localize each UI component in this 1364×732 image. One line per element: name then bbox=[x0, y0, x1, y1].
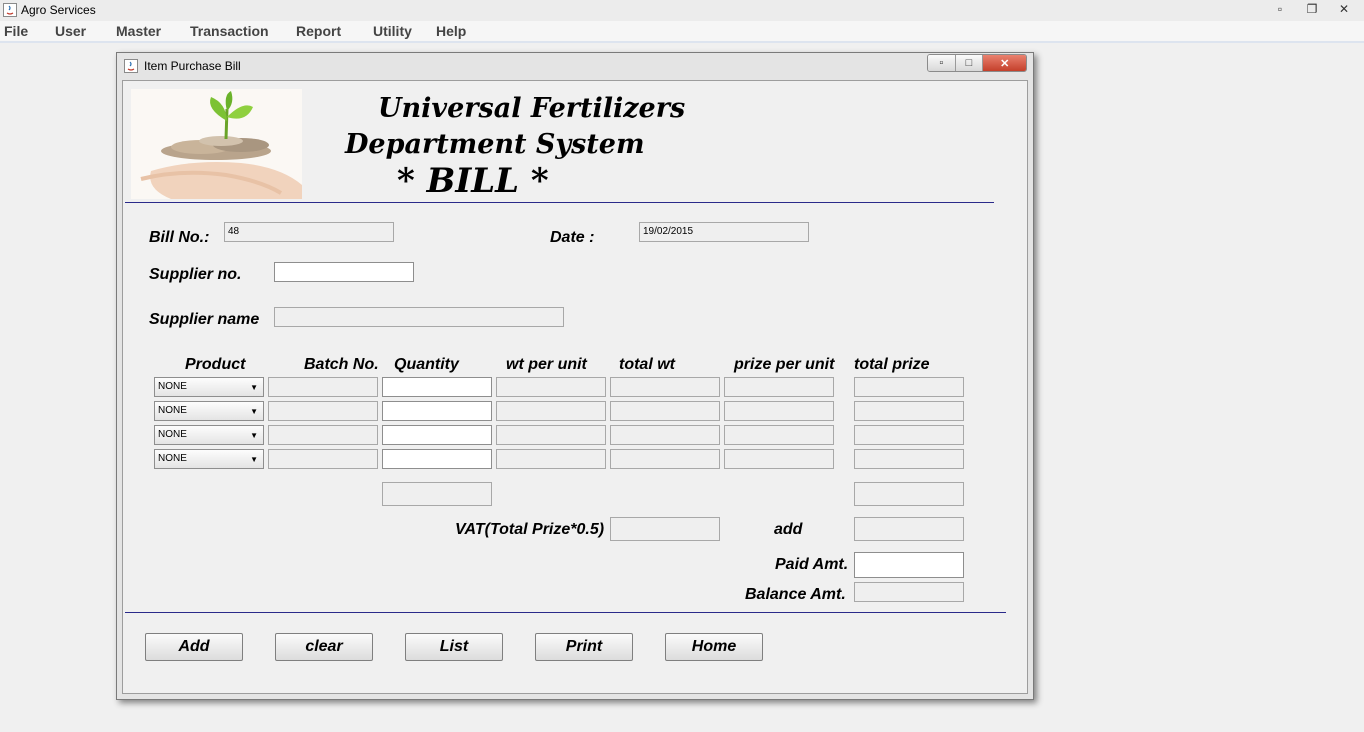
batch-no-field[interactable] bbox=[268, 401, 378, 421]
quantity-field[interactable] bbox=[382, 449, 492, 469]
total-prize-field[interactable] bbox=[854, 401, 964, 421]
total-wt-field[interactable] bbox=[610, 449, 720, 469]
close-button[interactable]: ✕ bbox=[1328, 0, 1360, 18]
java-app-icon bbox=[3, 3, 17, 17]
add-total-field[interactable] bbox=[854, 517, 964, 541]
menu-file[interactable]: File bbox=[4, 23, 28, 39]
batch-no-field[interactable] bbox=[268, 377, 378, 397]
col-prize-per-unit: prize per unit bbox=[734, 356, 835, 373]
wt-per-unit-field[interactable] bbox=[496, 425, 606, 445]
menu-report[interactable]: Report bbox=[296, 23, 341, 39]
product-select-value: NONE bbox=[158, 381, 187, 392]
product-select[interactable]: NONE ▼ bbox=[154, 401, 264, 421]
minimize-button[interactable]: ▫ bbox=[1264, 0, 1296, 18]
total-wt-field[interactable] bbox=[610, 401, 720, 421]
grand-total-prize-field[interactable] bbox=[854, 482, 964, 506]
bill-heading: * BILL * bbox=[397, 161, 549, 201]
app-title-bar: Agro Services ▫ ❐ ✕ bbox=[0, 0, 1364, 22]
menu-master[interactable]: Master bbox=[116, 23, 161, 39]
col-batch-no: Batch No. bbox=[304, 356, 379, 373]
product-select[interactable]: NONE ▼ bbox=[154, 377, 264, 397]
col-quantity: Quantity bbox=[394, 356, 459, 373]
total-wt-field[interactable] bbox=[610, 377, 720, 397]
total-prize-field[interactable] bbox=[854, 449, 964, 469]
balance-amount-label: Balance Amt. bbox=[745, 586, 846, 603]
menu-help[interactable]: Help bbox=[436, 23, 466, 39]
frame-minimize-button[interactable]: ▫ bbox=[928, 55, 956, 71]
chevron-down-icon: ▼ bbox=[250, 431, 258, 440]
restore-button[interactable]: ❐ bbox=[1296, 0, 1328, 18]
frame-title: Item Purchase Bill bbox=[144, 59, 241, 73]
product-select-value: NONE bbox=[158, 453, 187, 464]
company-name-heading: Universal Fertilizers bbox=[378, 93, 686, 124]
menu-transaction[interactable]: Transaction bbox=[190, 23, 269, 39]
department-heading: Department System bbox=[345, 129, 645, 160]
add-label: add bbox=[774, 521, 803, 538]
batch-no-field[interactable] bbox=[268, 449, 378, 469]
java-frame-icon bbox=[124, 59, 138, 73]
quantity-field[interactable] bbox=[382, 377, 492, 397]
vat-field[interactable] bbox=[610, 517, 720, 541]
paid-amount-label: Paid Amt. bbox=[775, 556, 849, 573]
frame-close-button[interactable]: ✕ bbox=[983, 55, 1026, 71]
bill-no-field[interactable]: 48 bbox=[224, 222, 394, 242]
product-select-value: NONE bbox=[158, 429, 187, 440]
product-select[interactable]: NONE ▼ bbox=[154, 425, 264, 445]
date-field[interactable]: 19/02/2015 bbox=[639, 222, 809, 242]
clear-button[interactable]: clear bbox=[275, 633, 373, 661]
supplier-no-field[interactable] bbox=[274, 262, 414, 282]
app-title: Agro Services bbox=[21, 3, 96, 17]
vat-label: VAT(Total Prize*0.5) bbox=[455, 521, 605, 538]
chevron-down-icon: ▼ bbox=[250, 407, 258, 416]
quantity-field[interactable] bbox=[382, 401, 492, 421]
home-button[interactable]: Home bbox=[665, 633, 763, 661]
header-separator bbox=[125, 202, 994, 203]
frame-maximize-button[interactable]: □ bbox=[955, 55, 984, 71]
chevron-down-icon: ▼ bbox=[250, 383, 258, 392]
prize-per-unit-field[interactable] bbox=[724, 449, 834, 469]
bill-no-label: Bill No.: bbox=[149, 229, 210, 246]
frame-title-bar[interactable]: Item Purchase Bill ▫ □ ✕ bbox=[117, 53, 1033, 79]
chevron-down-icon: ▼ bbox=[250, 455, 258, 464]
supplier-name-field[interactable] bbox=[274, 307, 564, 327]
wt-per-unit-field[interactable] bbox=[496, 449, 606, 469]
supplier-no-label: Supplier no. bbox=[149, 266, 242, 283]
supplier-name-label: Supplier name bbox=[149, 311, 260, 328]
wt-per-unit-field[interactable] bbox=[496, 377, 606, 397]
product-select[interactable]: NONE ▼ bbox=[154, 449, 264, 469]
col-total-wt: total wt bbox=[619, 356, 675, 373]
balance-amount-field[interactable] bbox=[854, 582, 964, 602]
date-label: Date : bbox=[550, 229, 595, 246]
menu-user[interactable]: User bbox=[55, 23, 86, 39]
col-total-prize: total prize bbox=[854, 356, 930, 373]
prize-per-unit-field[interactable] bbox=[724, 401, 834, 421]
logo-image bbox=[131, 89, 302, 199]
footer-separator bbox=[125, 612, 1006, 613]
add-button[interactable]: Add bbox=[145, 633, 243, 661]
menu-bar: File User Master Transaction Report Util… bbox=[0, 21, 1364, 43]
prize-per-unit-field[interactable] bbox=[724, 377, 834, 397]
print-button[interactable]: Print bbox=[535, 633, 633, 661]
bill-form: Universal Fertilizers Department System … bbox=[122, 80, 1028, 694]
batch-no-field[interactable] bbox=[268, 425, 378, 445]
total-prize-field[interactable] bbox=[854, 425, 964, 445]
total-quantity-field[interactable] bbox=[382, 482, 492, 506]
item-purchase-bill-window: Item Purchase Bill ▫ □ ✕ Universal Ferti… bbox=[116, 52, 1034, 700]
paid-amount-field[interactable] bbox=[854, 552, 964, 578]
prize-per-unit-field[interactable] bbox=[724, 425, 834, 445]
menu-utility[interactable]: Utility bbox=[373, 23, 412, 39]
quantity-field[interactable] bbox=[382, 425, 492, 445]
col-product: Product bbox=[185, 356, 246, 373]
total-wt-field[interactable] bbox=[610, 425, 720, 445]
product-select-value: NONE bbox=[158, 405, 187, 416]
list-button[interactable]: List bbox=[405, 633, 503, 661]
total-prize-field[interactable] bbox=[854, 377, 964, 397]
wt-per-unit-field[interactable] bbox=[496, 401, 606, 421]
col-wt-per-unit: wt per unit bbox=[506, 356, 587, 373]
